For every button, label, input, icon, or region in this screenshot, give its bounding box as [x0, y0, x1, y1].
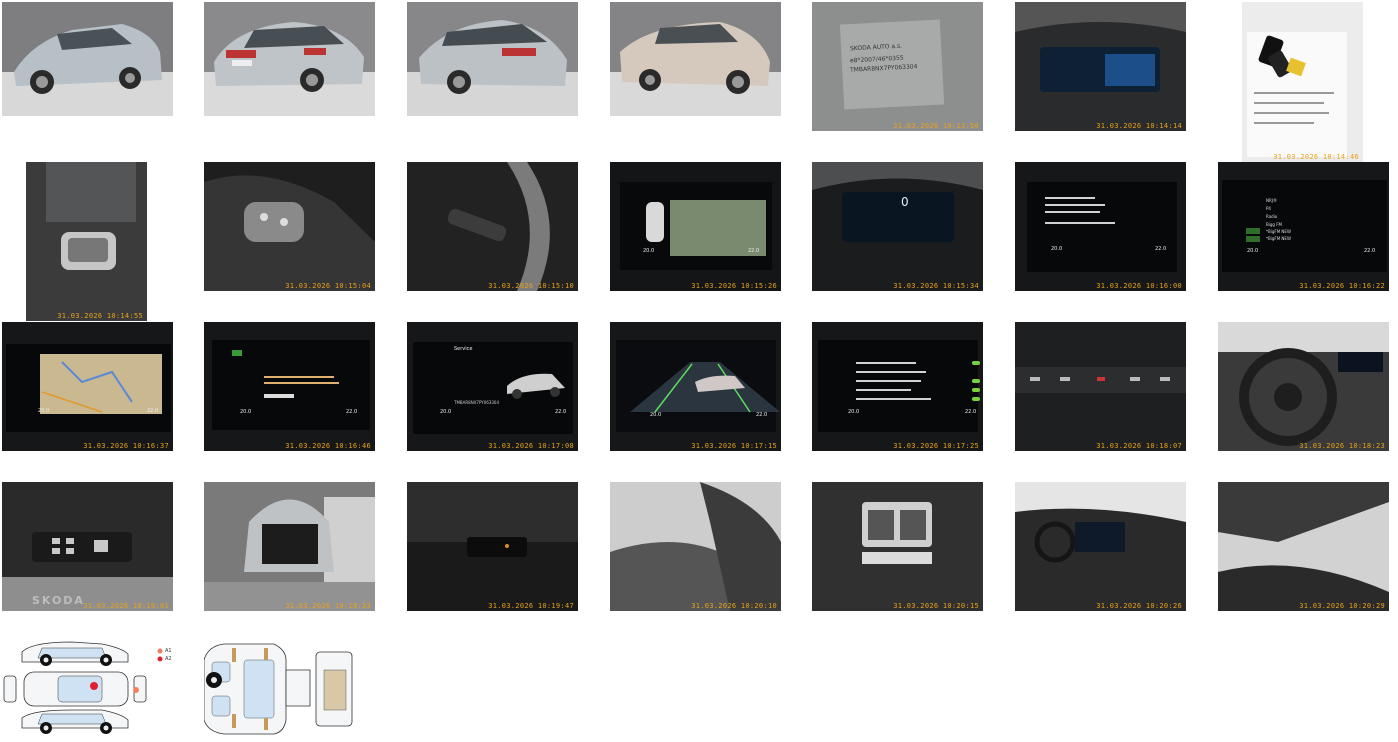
photo-timestamp: 31.03.2026 10:15:04 — [285, 282, 371, 290]
photo-timestamp: 31.03.2026 10:19:01 — [83, 602, 169, 610]
screen-temp-left: 20.0 — [1247, 248, 1259, 254]
photo-timestamp: 31.03.2026 10:15:26 — [691, 282, 777, 290]
navigation-screen-photo[interactable]: 20.0 22.0 31.03.2026 10:16:37 — [2, 322, 173, 451]
gear-selector-photo[interactable]: 31.03.2026 10:14:55 — [26, 162, 147, 321]
service-screen-photo[interactable]: Service TMBAR8NX7PY063304 20.0 22.0 31.0… — [407, 322, 578, 451]
photo-timestamp: 31.03.2026 10:20:26 — [1096, 602, 1182, 610]
photo-timestamp: 31.03.2026 10:20:15 — [893, 602, 979, 610]
legend-label-a1: A1 — [165, 648, 172, 654]
interior-front-photo[interactable]: 31.03.2026 10:20:26 — [1015, 482, 1186, 611]
smartlink-screen-photo[interactable]: 20.0 22.0 31.03.2026 10:16:46 — [204, 322, 375, 451]
photo-timestamp: 31.03.2026 10:16:37 — [83, 442, 169, 450]
steering-wheel-buttons-photo[interactable]: 31.03.2026 10:15:04 — [204, 162, 375, 291]
legend-label-a2: A2 — [165, 656, 172, 662]
instrument-cluster-photo[interactable]: 0 31.03.2026 10:15:34 — [812, 162, 983, 291]
photo-timestamp: 31.03.2026 10:18:07 — [1096, 442, 1182, 450]
radio-station-4[interactable]: Bigg FM — [1266, 222, 1282, 227]
screen-temp-right: 22.0 — [555, 409, 567, 415]
service-screen-vin: TMBAR8NX7PY063304 — [454, 400, 500, 405]
keys-and-documents-photo[interactable]: 31.03.2026 10:14:46 — [1242, 2, 1363, 162]
photo-timestamp: 31.03.2026 10:13:50 — [893, 122, 979, 130]
photo-timestamp: 31.03.2026 10:14:14 — [1096, 122, 1182, 130]
exterior-rear-left-photo[interactable] — [204, 2, 375, 116]
exterior-rear-right-photo[interactable] — [407, 2, 578, 116]
headliner-photo[interactable]: 31.03.2026 10:20:29 — [1218, 482, 1389, 611]
exterior-front-left-photo[interactable] — [2, 2, 173, 116]
screen-temp-right: 22.0 — [147, 408, 159, 414]
radio-station-1[interactable]: NRJ® — [1266, 198, 1277, 203]
screen-temp-right: 22.0 — [965, 409, 977, 415]
screen-temp-right: 22.0 — [756, 412, 768, 418]
exterior-damage-diagram[interactable]: A1 A2 — [2, 640, 173, 738]
photo-timestamp: 31.03.2026 10:19:33 — [285, 602, 371, 610]
radio-station-5[interactable]: *BigFM NEW — [1266, 229, 1291, 234]
photo-timestamp: 31.03.2026 10:17:15 — [691, 442, 777, 450]
photo-timestamp: 31.03.2026 10:14:55 — [57, 312, 143, 320]
screen-temp-right: 22.0 — [748, 248, 760, 254]
lower-console-photo[interactable]: 31.03.2026 10:19:47 — [407, 482, 578, 611]
screen-temp-right: 22.0 — [1155, 246, 1167, 252]
photo-timestamp: 31.03.2026 10:17:08 — [488, 442, 574, 450]
cluster-speed-value: 0 — [901, 195, 909, 209]
trunk-open-photo[interactable]: 31.03.2026 10:19:33 — [204, 482, 375, 611]
rear-vents-photo[interactable]: 31.03.2026 10:20:15 — [812, 482, 983, 611]
photo-timestamp: 31.03.2026 10:17:25 — [893, 442, 979, 450]
screen-temp-left: 20.0 — [440, 409, 452, 415]
driver-assist-settings-photo[interactable]: 20.0 22.0 31.03.2026 10:17:25 — [812, 322, 983, 451]
interior-damage-diagram[interactable] — [203, 640, 354, 738]
door-panel-photo[interactable]: SKODA 31.03.2026 10:19:01 — [2, 482, 173, 611]
photo-timestamp: 31.03.2026 10:16:22 — [1299, 282, 1385, 290]
info-screen-photo[interactable]: 20.0 22.0 31.03.2026 10:16:00 — [1015, 162, 1186, 291]
screen-temp-left: 20.0 — [643, 248, 655, 254]
photo-timestamp: 31.03.2026 10:16:00 — [1096, 282, 1182, 290]
assist-screen-photo[interactable]: 20.0 22.0 31.03.2026 10:17:15 — [610, 322, 781, 451]
photo-timestamp: 31.03.2026 10:20:29 — [1299, 602, 1385, 610]
photo-timestamp: 31.03.2026 10:19:47 — [488, 602, 574, 610]
climate-panel-photo[interactable]: 31.03.2026 10:18:07 — [1015, 322, 1186, 451]
stalk-controls-photo[interactable]: 31.03.2026 10:15:10 — [407, 162, 578, 291]
radio-station-6[interactable]: *BigFM NEW — [1266, 236, 1291, 241]
digital-cockpit-photo[interactable]: 31.03.2026 10:14:14 — [1015, 2, 1186, 131]
screen-temp-right: 22.0 — [1364, 248, 1376, 254]
screen-temp-left: 20.0 — [1051, 246, 1063, 252]
service-screen-title: Service — [454, 346, 473, 352]
photo-timestamp: 31.03.2026 10:16:46 — [285, 442, 371, 450]
screen-temp-left: 20.0 — [240, 409, 252, 415]
vin-plate-photo[interactable]: SKODA AUTO a.s. e8*2007/46*0355 TMBAR8NX… — [812, 2, 983, 131]
radio-station-2[interactable]: P4 — [1266, 206, 1271, 211]
screen-temp-left: 20.0 — [650, 412, 662, 418]
dashboard-overview-photo[interactable]: 31.03.2026 10:18:23 — [1218, 322, 1389, 451]
rear-seats-photo[interactable]: 31.03.2026 10:20:10 — [610, 482, 781, 611]
photo-timestamp: 31.03.2026 10:15:10 — [488, 282, 574, 290]
photo-timestamp: 31.03.2026 10:20:10 — [691, 602, 777, 610]
screen-temp-right: 22.0 — [346, 409, 358, 415]
screen-temp-left: 20.0 — [848, 409, 860, 415]
radio-screen-photo[interactable]: NRJ® P4 Radio Bigg FM *BigFM NEW *BigFM … — [1218, 162, 1389, 291]
door-sill-text: SKODA — [32, 594, 85, 607]
photo-timestamp: 31.03.2026 10:18:23 — [1299, 442, 1385, 450]
rear-camera-screen-photo[interactable]: 20.0 22.0 31.03.2026 10:15:26 — [610, 162, 781, 291]
exterior-front-right-photo[interactable] — [610, 2, 781, 116]
photo-timestamp: 31.03.2026 10:15:34 — [893, 282, 979, 290]
radio-station-3[interactable]: Radio — [1266, 214, 1277, 219]
photo-timestamp: 31.03.2026 10:14:46 — [1273, 153, 1359, 161]
screen-temp-left: 20.0 — [38, 408, 50, 414]
